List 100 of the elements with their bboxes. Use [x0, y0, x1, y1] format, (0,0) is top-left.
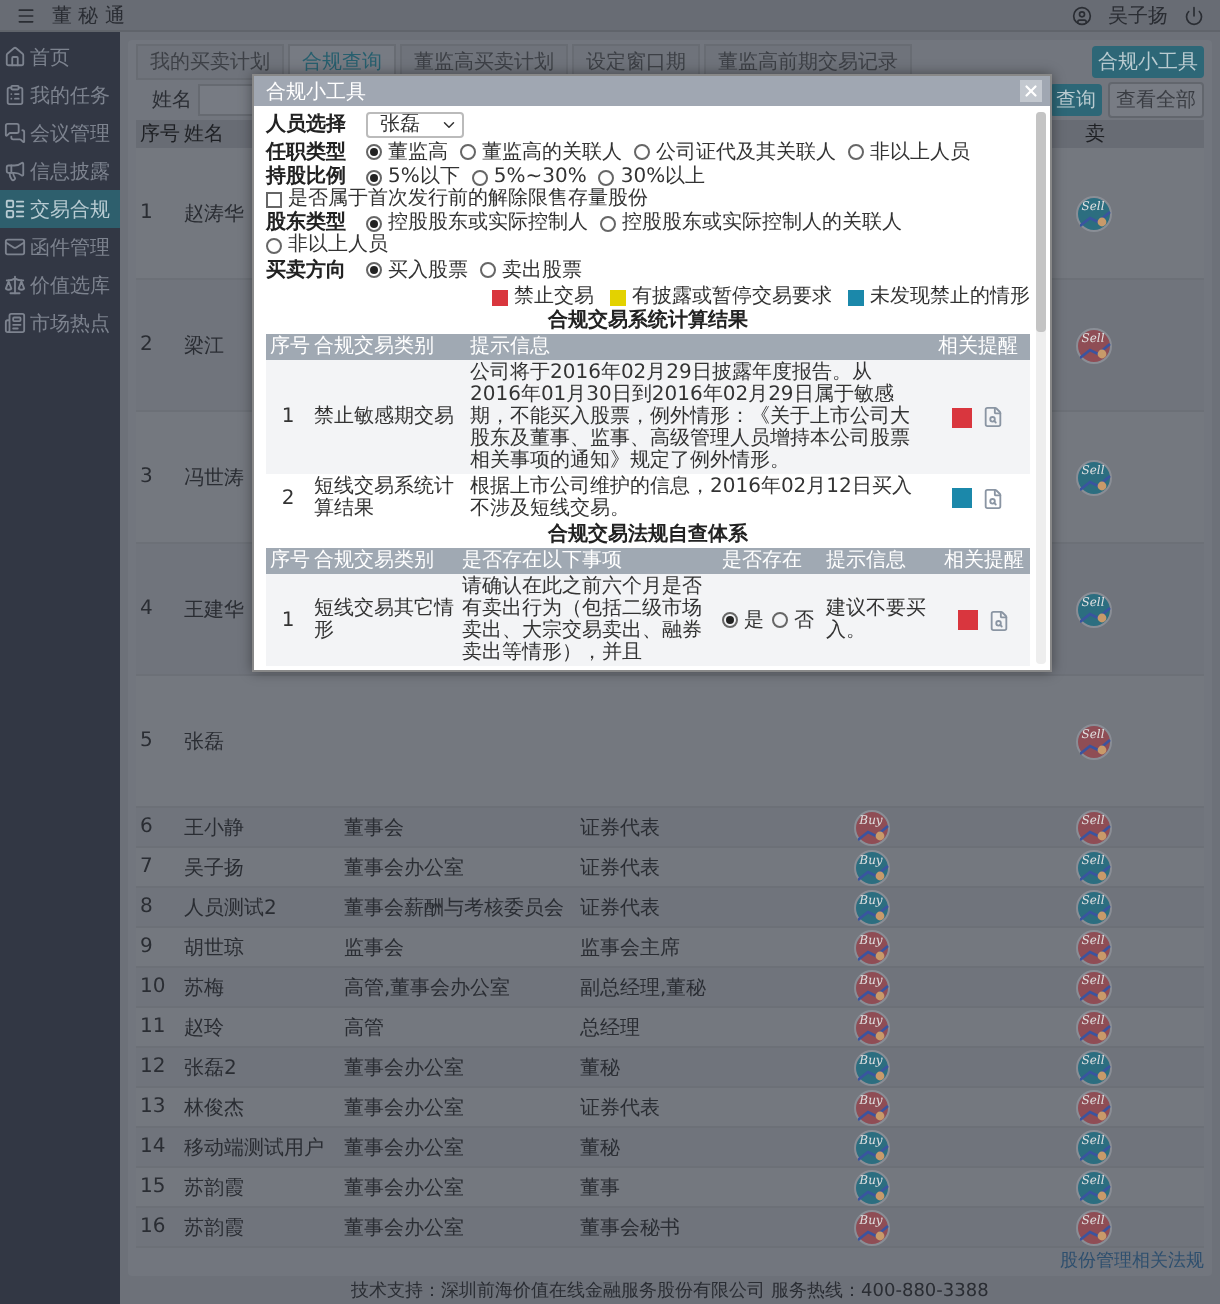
- column-header: 卖: [1083, 121, 1105, 148]
- trend-icon: [1079, 1223, 1111, 1241]
- radio-option[interactable]: 非以上人员: [848, 141, 970, 163]
- radio-option[interactable]: 30%以上: [598, 166, 706, 188]
- sidebar-item[interactable]: 会议管理: [0, 114, 120, 152]
- close-button[interactable]: [1020, 80, 1042, 102]
- document-search-icon[interactable]: [982, 487, 1004, 509]
- table-cell-text: 15: [138, 1176, 166, 1198]
- sidebar-item[interactable]: 市场热点: [0, 304, 120, 342]
- radio-option[interactable]: 控股股东或实际控制人的关联人: [600, 212, 902, 234]
- radio-option[interactable]: 董监高的关联人: [460, 141, 622, 163]
- section-title: 合规交易法规自查体系: [548, 524, 748, 546]
- table-cell-text: 苏韵霞: [182, 1175, 244, 1201]
- column-header: 姓名: [182, 122, 224, 148]
- trend-icon: [1079, 473, 1111, 491]
- table-cell-text: 2: [279, 487, 297, 509]
- table-cell-text: 副总经理,董秘: [578, 975, 707, 1001]
- megaphone-icon: [4, 160, 26, 182]
- radio-option[interactable]: 5%~30%: [471, 166, 587, 188]
- table-cell-text: 建议不要买入。: [824, 598, 928, 642]
- trend-icon: [1079, 1063, 1111, 1081]
- trend-icon: [857, 1223, 889, 1241]
- document-search-icon[interactable]: [982, 406, 1004, 428]
- radio-option[interactable]: 非以上人员: [266, 234, 388, 256]
- sidebar-item[interactable]: 交易合规: [0, 190, 120, 228]
- radio-option[interactable]: 卖出股票: [480, 259, 582, 281]
- table-cell-text: 董秘: [578, 1055, 620, 1081]
- power-icon[interactable]: [1184, 5, 1204, 25]
- form-label: 买卖方向: [266, 259, 348, 281]
- trend-icon: [1079, 903, 1111, 921]
- radio-option[interactable]: 否: [772, 609, 814, 631]
- house-icon: [4, 46, 26, 68]
- table-cell-text: 董事会办公室: [342, 1135, 464, 1161]
- table-cell-text: 1: [279, 609, 297, 631]
- section-title: 合规交易系统计算结果: [548, 310, 748, 332]
- table-cell-text: 根据上市公司维护的信息，2016年02月12日买入不涉及短线交易。: [468, 476, 914, 520]
- radio-option[interactable]: 控股股东或实际控制人: [366, 212, 588, 234]
- table-cell-text: 12: [138, 1056, 166, 1078]
- table-cell-text: 梁江: [182, 333, 224, 359]
- clipboard-icon: [4, 84, 26, 106]
- table-cell-text: 请确认在此之前六个月是否有卖出行为（包括二级市场卖出、大宗交易卖出、融券卖出等情形），并且: [460, 576, 704, 664]
- table-header: 序号 合规交易类别 是否存在以下事项 是否存在 提示信息 相关提醒: [266, 548, 1030, 574]
- table-cell-text: 短线交易系统计算结果: [312, 476, 456, 520]
- table-cell-text: 总经理: [578, 1015, 640, 1041]
- table-cell-text: 13: [138, 1096, 166, 1118]
- sidebar-item[interactable]: 价值选库: [0, 266, 120, 304]
- column-header: 序号: [138, 121, 180, 148]
- chat-icon: [4, 122, 26, 144]
- legend-label: 有披露或暂停交易要求: [632, 286, 832, 308]
- radio-option[interactable]: 是: [722, 609, 764, 631]
- table-cell-text: 董事会办公室: [342, 1095, 464, 1121]
- table-cell-text: 董事: [578, 1175, 620, 1201]
- table-cell-text: 吴子扬: [182, 855, 244, 881]
- sidebar-item[interactable]: 首页: [0, 38, 120, 76]
- table-cell-text: 5: [138, 730, 153, 752]
- table-cell-text: 王建华: [182, 597, 244, 623]
- table-cell-text: 证券代表: [578, 815, 660, 841]
- table-cell-text: 14: [138, 1136, 166, 1158]
- table-cell-text: 禁止敏感期交易: [312, 406, 456, 428]
- radio-option[interactable]: 公司证代及其关联人: [634, 141, 836, 163]
- radio-option[interactable]: 5%以下: [366, 166, 460, 188]
- table-cell-text: 1: [279, 406, 297, 428]
- sidebar-item[interactable]: 我的任务: [0, 76, 120, 114]
- table-cell-text: 1: [138, 202, 153, 224]
- trend-icon: [1079, 983, 1111, 1001]
- checkbox-option[interactable]: 是否属于首次发行前的解除限售存量股份: [266, 188, 648, 210]
- trend-icon: [857, 1143, 889, 1161]
- sidebar-item[interactable]: 信息披露: [0, 152, 120, 190]
- table-cell-text: 赵玲: [182, 1015, 224, 1041]
- document-search-icon[interactable]: [988, 609, 1010, 631]
- table-cell-text: 10: [138, 976, 166, 998]
- person-select[interactable]: 张磊: [366, 112, 464, 138]
- show-all-button[interactable]: 查看全部: [1108, 82, 1204, 118]
- search-button[interactable]: 查询: [1050, 84, 1102, 116]
- menu-icon[interactable]: [16, 5, 36, 25]
- trend-icon: [857, 943, 889, 961]
- trend-icon: [1079, 605, 1111, 623]
- app-title: 董 秘 通: [52, 3, 125, 29]
- radio-option[interactable]: 董监高: [366, 141, 448, 163]
- table-cell-text: 苏韵霞: [182, 1215, 244, 1241]
- user-name[interactable]: 吴子扬: [1108, 1, 1168, 29]
- trend-icon: [857, 983, 889, 1001]
- radio-option[interactable]: 买入股票: [366, 259, 468, 281]
- sidebar-item[interactable]: 函件管理: [0, 228, 120, 266]
- table-cell-text: 高管,董事会办公室: [342, 975, 511, 1001]
- trend-icon: [1079, 341, 1111, 359]
- table-cell-text: 胡世琼: [182, 935, 244, 961]
- compliance-tool-button[interactable]: 合规小工具: [1092, 46, 1204, 78]
- table-cell-text: 董事会秘书: [578, 1215, 680, 1241]
- scrollbar[interactable]: [1036, 112, 1046, 664]
- caret-icon: [440, 116, 458, 134]
- table-cell-text: 董事会薪酬与考核委员会: [342, 895, 564, 921]
- trend-icon: [1079, 1143, 1111, 1161]
- trend-icon: [1079, 863, 1111, 881]
- table-cell-text: 8: [138, 896, 153, 918]
- table-cell-text: 监事会: [342, 935, 404, 961]
- modal-title: 合规小工具: [266, 79, 366, 105]
- trend-icon: [857, 903, 889, 921]
- table-cell-text: 高管: [342, 1015, 384, 1041]
- table-cell-text: 董事会: [342, 815, 404, 841]
